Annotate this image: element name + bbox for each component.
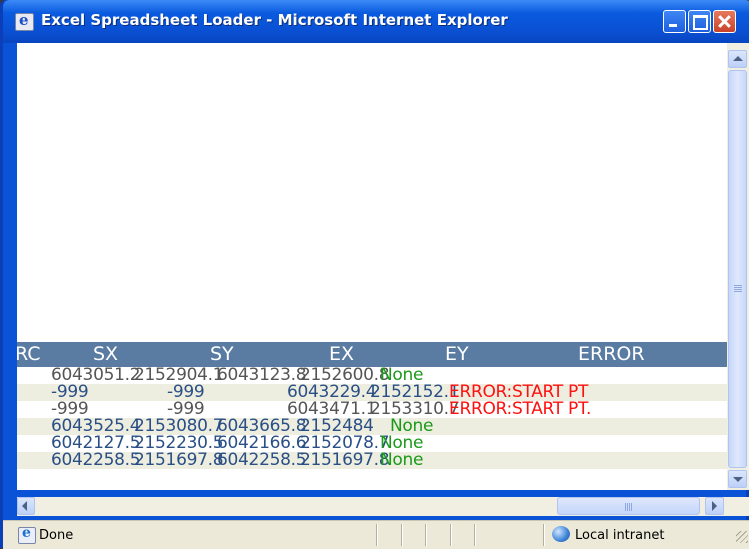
column-header-ex[interactable]: EX	[329, 343, 354, 365]
security-zone-label: Local intranet	[575, 528, 665, 543]
cell-ey: 2151697.8	[300, 450, 390, 470]
horizontal-scroll-thumb[interactable]	[557, 497, 700, 515]
globe-zone-icon	[552, 526, 570, 542]
minimize-button[interactable]	[663, 10, 686, 33]
ie-page-icon[interactable]	[15, 11, 34, 31]
window-title: Excel Spreadsheet Loader - Microsoft Int…	[41, 11, 508, 29]
status-text: Done	[39, 528, 74, 543]
status-divider	[450, 524, 451, 546]
cell-ex: 6042258.5	[217, 450, 307, 470]
maximize-button[interactable]	[688, 10, 711, 33]
cell-error: None	[380, 450, 424, 470]
scroll-right-icon[interactable]	[705, 497, 724, 515]
browser-window: Excel Spreadsheet Loader - Microsoft Int…	[0, 0, 749, 549]
table-row[interactable]: 6042258.5 2151697.8 6042258.5 2151697.8 …	[17, 452, 727, 469]
horizontal-scrollbar[interactable]	[17, 497, 727, 516]
data-grid: RC SX SY EX EY ERROR 6043051.2 2152904.1…	[17, 342, 727, 497]
status-divider	[474, 524, 475, 546]
scrollbar-corner	[727, 497, 749, 516]
ie-page-icon	[18, 525, 36, 544]
status-bar: Done Local intranet	[3, 520, 749, 549]
scroll-down-icon[interactable]	[728, 470, 747, 488]
column-header-rc[interactable]: RC	[17, 343, 41, 365]
column-header-error[interactable]: ERROR	[578, 343, 645, 365]
status-divider	[543, 524, 544, 546]
column-header-sx[interactable]: SX	[93, 343, 118, 365]
grip-icon	[734, 285, 742, 286]
scroll-up-icon[interactable]	[728, 50, 747, 68]
resize-grip-icon[interactable]	[736, 531, 748, 543]
vertical-scroll-thumb[interactable]	[728, 70, 747, 468]
status-divider	[376, 524, 377, 546]
status-divider	[401, 524, 402, 546]
title-bar[interactable]: Excel Spreadsheet Loader - Microsoft Int…	[3, 0, 749, 43]
vertical-scrollbar[interactable]	[727, 43, 749, 490]
cell-sx: 6042258.5	[51, 450, 141, 470]
close-button[interactable]	[713, 10, 736, 33]
grip-icon	[625, 503, 626, 511]
scroll-left-icon[interactable]	[17, 497, 35, 515]
status-divider	[425, 524, 426, 546]
column-header-sy[interactable]: SY	[210, 343, 234, 365]
column-header-ey[interactable]: EY	[445, 343, 469, 365]
cell-sy: 2151697.8	[134, 450, 224, 470]
grid-header-row: RC SX SY EX EY ERROR	[17, 342, 727, 367]
cell-error: ERROR:START PT.	[449, 399, 592, 419]
